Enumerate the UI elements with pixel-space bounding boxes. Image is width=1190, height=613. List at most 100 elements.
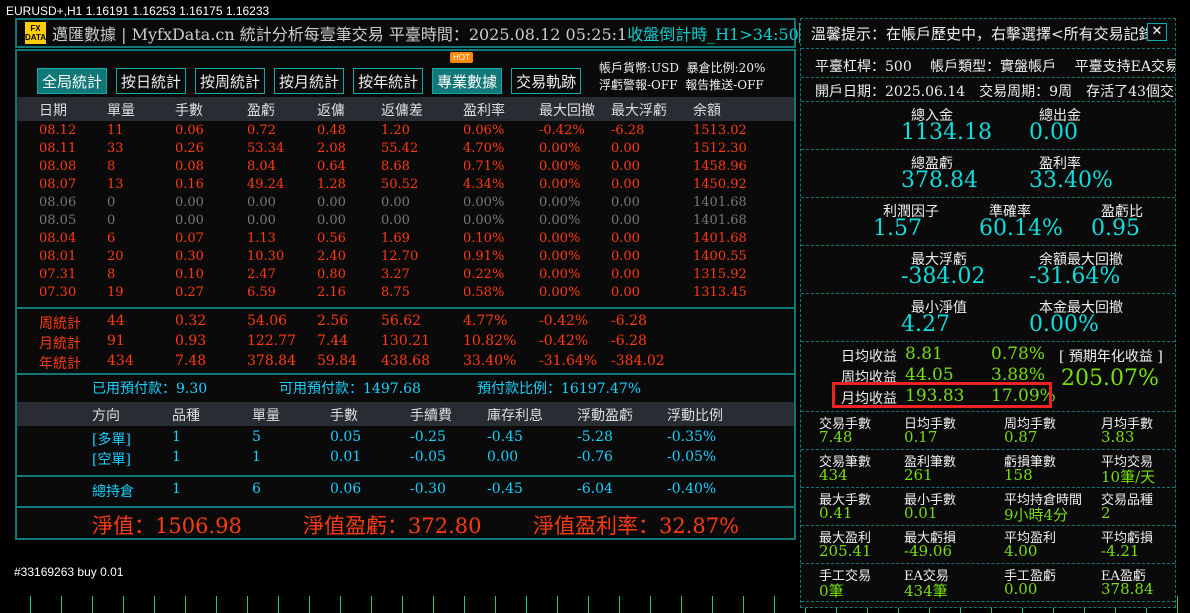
table-cell: 0.00: [175, 195, 204, 210]
annual-value: 205.07%: [1061, 366, 1159, 391]
table-cell: 0.00%: [539, 285, 581, 300]
return-label: 日均收益: [841, 349, 897, 365]
report-push[interactable]: 報告推送-OFF: [685, 78, 764, 92]
table-cell: 2.16: [317, 285, 346, 300]
column-header: 方向: [92, 408, 120, 424]
tab-4[interactable]: 按年統計: [353, 68, 424, 94]
column-header: 手數: [175, 103, 203, 119]
table-cell: -384.02: [611, 353, 665, 369]
table-row: 08.08 8 0.08 8.04 0.64 8.68 0.71% 0.00% 0.00 1458…: [17, 159, 794, 177]
tab-0[interactable]: 全局統計: [37, 68, 108, 94]
table-cell: 10.30: [247, 249, 285, 264]
margin-info: 已用預付款：9.30 可用預付款：1497.68 預付款比例：16197.47%: [17, 378, 794, 398]
stat-group: 最小淨值 4.27 本金最大回撤 0.00%: [801, 294, 1175, 342]
grid-value: 158: [1004, 466, 1033, 484]
table-cell: 1315.92: [693, 267, 747, 282]
stat-value: 4.27: [901, 312, 950, 337]
divider: [17, 307, 794, 309]
table-cell: -6.04: [577, 481, 613, 497]
fx-data-logo: FX DATA: [25, 22, 47, 44]
stat-value: 378.84: [901, 168, 978, 193]
table-cell: 4.34%: [463, 177, 505, 192]
grid-value: 0.41: [819, 504, 853, 522]
free-margin: 可用預付款：1497.68: [279, 381, 421, 397]
table-cell: 55.42: [381, 141, 419, 156]
table-cell: 0.00: [611, 177, 640, 192]
table-cell: 1400.55: [693, 249, 747, 264]
table-cell: 6: [252, 481, 261, 497]
stat-row: 最大手數 0.41 最小手數 0.01 平均持倉時間 9小時4分 交易品種 2: [801, 488, 1175, 526]
tab-3[interactable]: 按月統計: [274, 68, 345, 94]
table-cell: 0.00: [247, 195, 276, 210]
table-cell: 0.00: [381, 195, 410, 210]
table-cell: 1458.96: [693, 159, 747, 174]
table-cell: -0.42%: [539, 333, 589, 349]
tab-1[interactable]: 按日統計: [116, 68, 187, 94]
table-cell: 0.16: [175, 177, 204, 192]
summary-row: 月統計 91 0.93 122.77 7.44 130.21 10.82% -0.42% -6.…: [17, 333, 794, 352]
title-text: 邁匯數據 | MyfxData.cn 統計分析每壹筆交易 平臺時間：2025.0…: [52, 25, 628, 44]
table-cell: 130.21: [381, 333, 430, 349]
table-cell: 1401.68: [693, 213, 747, 228]
table-cell: 0.30: [175, 249, 204, 264]
table-cell: 0.00: [611, 267, 640, 282]
table-cell: 08.04: [39, 231, 77, 246]
table-cell: 378.84: [247, 353, 296, 369]
table-cell: 0: [107, 213, 116, 228]
table-cell: 月統計: [39, 336, 81, 352]
grid-value: 261: [904, 466, 933, 484]
column-header: 日期: [39, 103, 67, 119]
table-cell: 0.00: [611, 159, 640, 174]
table-row: 08.11 33 0.26 53.34 2.08 55.42 4.70% 0.00% 0.00 1…: [17, 141, 794, 159]
stopout-level: 暴倉比例:20%: [686, 61, 766, 75]
table-cell: 0.58%: [463, 285, 505, 300]
table-cell: 0.00%: [539, 231, 581, 246]
table-cell: 0.10: [175, 267, 204, 282]
table-cell: -0.25: [410, 429, 446, 445]
table-cell: 7.44: [317, 333, 349, 349]
table-cell: 434: [107, 353, 134, 369]
table-cell: 0.07: [175, 231, 204, 246]
column-header: 手續費: [410, 408, 452, 424]
grid-value: 9小時4分: [1004, 506, 1069, 524]
stat-row: 交易手數 7.48 日均手數 0.17 周均手數 0.87 月均手數 3.83: [801, 412, 1175, 450]
account-line-2: 開戶日期：2025.06.14 交易周期：9周 存活了43個交易日: [801, 78, 1175, 102]
table-cell: 0.00%: [539, 159, 581, 174]
close-icon[interactable]: ✕: [1147, 23, 1167, 41]
table-cell: 0.72: [247, 123, 276, 138]
table-cell: 6.59: [247, 285, 276, 300]
table-cell: 4.77%: [463, 313, 508, 329]
column-header: 盈虧: [247, 103, 275, 119]
table-cell: 50.52: [381, 177, 419, 192]
symbol-quote: EURUSD+,H1 1.16191 1.16253 1.16175 1.162…: [6, 4, 270, 18]
table-cell: 0.00%: [463, 213, 505, 228]
tab-5[interactable]: 專業數據: [432, 68, 503, 94]
column-header: 品種: [172, 408, 200, 424]
column-header: 返傭: [317, 103, 345, 119]
table-cell: 8.04: [247, 159, 276, 174]
stat-value: 0.00: [1029, 120, 1078, 145]
table-cell: -0.45: [487, 429, 523, 445]
margin-level: 預付款比例：16197.47%: [477, 381, 642, 397]
table-cell: 10.82%: [463, 333, 517, 349]
return-value: 8.81: [905, 344, 943, 364]
table-cell: 33: [107, 141, 124, 156]
stat-row: 手工交易 0筆 EA交易 434筆 手工盈虧 0.00 EA盈虧 378.84: [801, 564, 1175, 602]
table-cell: 33.40%: [463, 353, 517, 369]
float-alert[interactable]: 浮虧警報-OFF: [599, 78, 678, 92]
table-cell: 0.00: [381, 213, 410, 228]
title-bar: FX DATA 邁匯數據 | MyfxData.cn 統計分析每壹筆交易 平臺時間…: [15, 18, 806, 48]
table-cell: 56.62: [381, 313, 422, 329]
table-cell: 年統計: [39, 356, 81, 372]
grid-value: 434筆: [904, 582, 948, 600]
position-row: [多單] 1 5 0.05 -0.25 -0.45 -5.28 -0.35%: [17, 429, 794, 448]
column-header: 返傭差: [381, 103, 423, 119]
table-cell: 0.00%: [539, 195, 581, 210]
column-header: 最大浮虧: [611, 103, 667, 119]
table-row: 08.05 0 0.00 0.00 0.00 0.00 0.00% 0.00% 0.00 1401…: [17, 213, 794, 231]
table-cell: 54.06: [247, 313, 288, 329]
tab-2[interactable]: 按周統計: [195, 68, 266, 94]
table-cell: 1512.30: [693, 141, 747, 156]
tab-6[interactable]: 交易軌跡: [511, 68, 582, 94]
table-cell: 0.26: [175, 141, 204, 156]
